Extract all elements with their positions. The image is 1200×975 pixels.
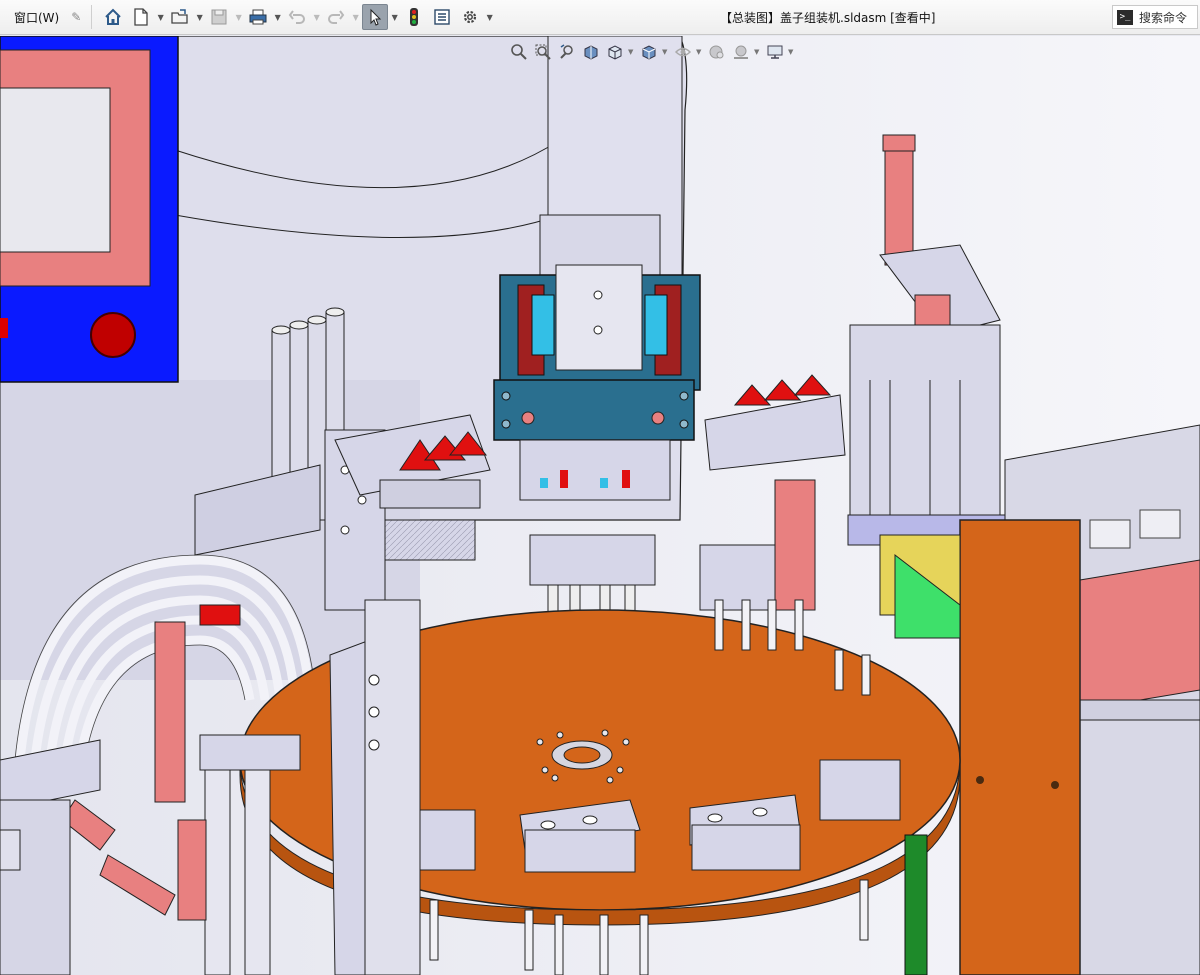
rebuild-button[interactable] [401,4,427,30]
green-rail [904,834,928,975]
redo-button[interactable] [323,4,349,30]
undo-icon [288,10,306,24]
home-button[interactable] [100,4,126,30]
previous-view-button[interactable] [556,42,577,63]
zoom-area-icon [535,44,551,60]
open-folder-icon [171,9,188,24]
display-style-dropdown[interactable]: ▼ [662,48,669,56]
redo-icon [328,10,345,24]
zoom-to-fit-icon [510,44,527,60]
section-view-button[interactable] [580,42,601,63]
view-orientation-dropdown[interactable]: ▼ [628,48,635,56]
standard-toolbar: ▼ ▼ ▼ ▼ ▼ ▼ ▼ ▼ [100,4,494,30]
save-dropdown[interactable]: ▼ [234,4,243,30]
zoom-to-fit-button[interactable] [508,42,529,63]
print-button[interactable] [245,4,271,30]
view-orientation-icon [608,45,621,60]
new-document-dropdown[interactable]: ▼ [156,4,165,30]
edit-appearance-icon [709,45,723,59]
pin-icon[interactable]: ✎ [69,10,83,24]
save-button[interactable] [206,4,232,30]
section-view-icon [584,45,597,60]
traffic-light-icon [410,8,419,26]
control-panel [0,36,179,383]
undo-button[interactable] [284,4,310,30]
display-style-icon [642,45,655,60]
select-dropdown[interactable]: ▼ [390,4,399,30]
open-dropdown[interactable]: ▼ [195,4,204,30]
undo-dropdown[interactable]: ▼ [312,4,321,30]
search-commands-label: 搜索命令 [1139,10,1188,25]
hide-show-icon [674,47,691,57]
view-settings-dropdown[interactable]: ▼ [788,48,795,56]
document-title: 【总装图】盖子组装机.sldasm [查看中] [720,11,936,25]
file-properties-button[interactable] [429,4,455,30]
select-button[interactable] [362,4,389,30]
options-button[interactable] [457,4,483,30]
home-icon [105,8,121,25]
assembly-model [0,36,1200,975]
select-arrow-icon [370,8,382,26]
apply-scene-button[interactable] [730,42,751,63]
view-orientation-button[interactable] [604,42,625,63]
save-icon [211,9,227,25]
new-document-button[interactable] [128,4,154,30]
command-prompt-icon: >_ [1117,9,1133,25]
main-toolbar: 窗口(W) ✎ ▼ ▼ ▼ ▼ ▼ ▼ ▼ ▼ 【总装图】盖子组装机.sldas… [0,0,1200,35]
hide-show-button[interactable] [672,42,693,63]
print-icon [249,9,267,25]
print-dropdown[interactable]: ▼ [273,4,282,30]
menu-window[interactable]: 窗口(W) [0,0,59,35]
gear-icon [464,10,477,24]
new-document-icon [134,8,148,26]
open-button[interactable] [167,4,193,30]
redo-dropdown[interactable]: ▼ [351,4,360,30]
view-settings-button[interactable] [764,42,785,63]
options-dropdown[interactable]: ▼ [485,4,494,30]
view-heads-up-toolbar: ▼ ▼ ▼ ▼ ▼ [508,40,795,64]
previous-view-icon [559,44,573,59]
menu-window-label[interactable]: 窗口(W) [14,9,59,26]
file-properties-icon [434,9,450,25]
edit-appearance-button[interactable] [706,42,727,63]
solidworks-window: 窗口(W) ✎ ▼ ▼ ▼ ▼ ▼ ▼ ▼ ▼ 【总装图】盖子组装机.sldas… [0,0,1200,975]
apply-scene-dropdown[interactable]: ▼ [754,48,761,56]
apply-scene-icon [733,45,748,59]
graphics-area[interactable] [0,36,1200,975]
view-settings-icon [767,45,782,59]
toolbar-divider [91,5,93,29]
hide-show-dropdown[interactable]: ▼ [696,48,703,56]
search-commands-box[interactable]: >_ 搜索命令 [1112,5,1198,29]
zoom-area-button[interactable] [532,42,553,63]
display-style-button[interactable] [638,42,659,63]
